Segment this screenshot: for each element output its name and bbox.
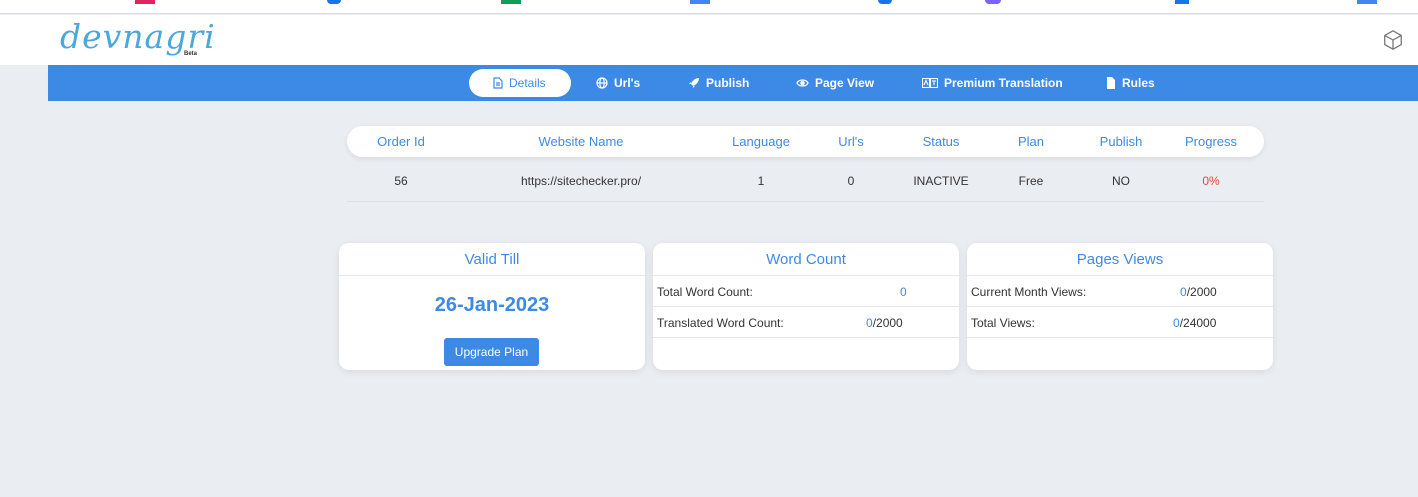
stat-value: 0/2000 [866, 316, 903, 330]
tab-premium-translation[interactable]: Premium Translation [922, 69, 1063, 97]
stat-used: 0 [866, 316, 873, 330]
bookmark-icon[interactable] [501, 0, 521, 4]
stat-label: Translated Word Count: [657, 316, 784, 330]
tab-label: Page View [815, 76, 875, 90]
stat-value: 0/2000 [1180, 285, 1217, 299]
tab-label: Premium Translation [944, 76, 1063, 90]
pages-views-card: Pages Views Current Month Views: 0/2000 … [967, 243, 1273, 370]
column-header: Website Name [538, 134, 624, 149]
upgrade-plan-button[interactable]: Upgrade Plan [444, 338, 539, 366]
stat-label: Total Views: [971, 316, 1035, 330]
stat-used: 0 [1180, 285, 1187, 299]
column-header: Progress [1184, 134, 1238, 149]
column-header: Order Id [377, 134, 425, 149]
globe-icon [596, 77, 608, 89]
bookmarks-bar [0, 0, 1418, 14]
tab-details[interactable]: Details [469, 69, 571, 97]
app-header: devnagri Beta [0, 15, 1418, 65]
stat-limit: /2000 [1186, 285, 1217, 299]
translate-icon [922, 78, 938, 88]
tab-label: Url's [614, 76, 641, 90]
card-title: Pages Views [967, 243, 1273, 276]
bookmark-icon[interactable] [690, 0, 710, 4]
table-row: 56 https://sitechecker.pro/ 1 0 INACTIVE… [347, 164, 1264, 202]
stat-value: 0/24000 [1173, 316, 1216, 330]
stat-row: Translated Word Count: 0/2000 [653, 307, 959, 338]
document-icon [493, 77, 503, 89]
nav-bar: Details Url's Publish Page View Premium … [48, 65, 1418, 101]
stat-value: 0 [900, 285, 907, 299]
stat-label: Current Month Views: [971, 285, 1087, 299]
stat-limit: /24000 [1179, 316, 1217, 330]
bookmark-icon[interactable] [878, 0, 892, 4]
tab-urls[interactable]: Url's [596, 69, 640, 97]
bookmark-icon[interactable] [1357, 0, 1377, 4]
card-title: Word Count [653, 243, 959, 276]
tab-label: Details [509, 76, 546, 90]
tab-label: Rules [1122, 76, 1155, 90]
website-name-cell: https://sitechecker.pro/ [521, 174, 642, 188]
word-count-card: Word Count Total Word Count: 0 Translate… [653, 243, 959, 370]
tab-rules[interactable]: Rules [1106, 69, 1155, 97]
stat-row: Total Views: 0/24000 [967, 307, 1273, 338]
card-title: Valid Till [339, 243, 645, 276]
valid-till-date: 26-Jan-2023 [434, 294, 550, 316]
stat-limit: /2000 [872, 316, 903, 330]
stat-row: Total Word Count: 0 [653, 276, 959, 307]
order-id-cell: 56 [394, 174, 408, 188]
valid-till-card: Valid Till 26-Jan-2023 Upgrade Plan [339, 243, 645, 370]
stat-row: Current Month Views: 0/2000 [967, 276, 1273, 307]
cube-icon[interactable] [1382, 29, 1404, 51]
bookmark-icon[interactable] [135, 0, 155, 4]
rocket-icon [689, 78, 699, 88]
tab-label: Publish [706, 76, 750, 90]
tab-page-view[interactable]: Page View [796, 69, 874, 97]
stat-label: Total Word Count: [657, 285, 753, 299]
tab-publish[interactable]: Publish [688, 69, 749, 97]
bookmark-icon[interactable] [985, 0, 1001, 4]
file-icon [1107, 77, 1115, 89]
order-table-header: Order Id Website Name Language Url's Sta… [347, 126, 1264, 157]
bookmark-icon[interactable] [1175, 0, 1189, 4]
eye-icon [796, 79, 809, 87]
stat-used: 0 [1173, 316, 1180, 330]
bookmark-icon[interactable] [327, 0, 341, 4]
beta-badge: Beta [184, 51, 198, 57]
stat-used: 0 [900, 285, 907, 299]
devnagri-logo[interactable]: devnagri Beta [60, 17, 215, 61]
progress-cell: 0% [1202, 174, 1220, 188]
